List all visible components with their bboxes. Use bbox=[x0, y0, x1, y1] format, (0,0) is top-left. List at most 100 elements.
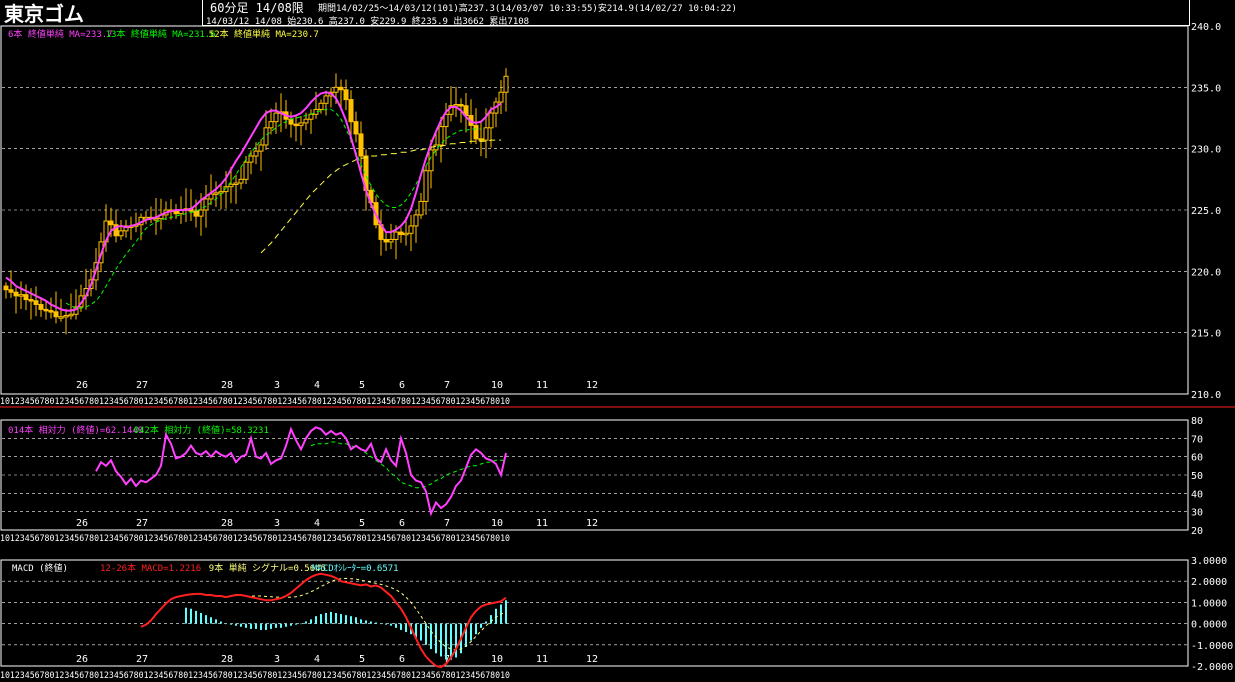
candle-body bbox=[403, 232, 409, 236]
candle-body bbox=[483, 127, 489, 141]
y-tick-label: 0.0000 bbox=[1191, 620, 1227, 631]
macd-histogram-bar bbox=[490, 615, 492, 624]
macd-histogram-bar bbox=[400, 623, 402, 630]
macd-histogram-bar bbox=[305, 621, 307, 624]
candle-body bbox=[418, 200, 424, 216]
macd-legend-entry: MACDｵｼﾚｰﾀｰ=0.6571 bbox=[312, 563, 399, 574]
macd-histogram-bar bbox=[295, 623, 297, 625]
x-day-label: 12 bbox=[586, 654, 598, 665]
macd-histogram-bar bbox=[200, 613, 202, 624]
x-day-label: 28 bbox=[221, 654, 233, 665]
x-day-label: 12 bbox=[586, 518, 598, 529]
macd-histogram-bar bbox=[230, 623, 232, 625]
candle-body bbox=[108, 220, 114, 226]
y-tick-label: -1.0000 bbox=[1191, 641, 1233, 652]
macd-histogram-bar bbox=[220, 621, 222, 624]
candle-body bbox=[288, 118, 294, 125]
candle-body bbox=[263, 127, 269, 146]
candle-body bbox=[268, 121, 274, 129]
candle-body bbox=[8, 289, 14, 293]
y-tick-label: 3.0000 bbox=[1191, 556, 1227, 567]
x-day-label: 11 bbox=[536, 654, 548, 665]
candle-body bbox=[453, 104, 459, 107]
candle-body bbox=[458, 104, 464, 107]
macd-histogram-bar bbox=[395, 623, 397, 628]
y-tick-label: 210.0 bbox=[1191, 390, 1221, 401]
x-day-label: 10 bbox=[491, 380, 503, 391]
macd-histogram-bar bbox=[240, 623, 242, 627]
x-day-label: 11 bbox=[536, 380, 548, 391]
y-tick-label: -2.0000 bbox=[1191, 662, 1233, 673]
macd-histogram-bar bbox=[340, 614, 342, 624]
macd-histogram-bar bbox=[405, 623, 407, 633]
macd-histogram-bar bbox=[360, 619, 362, 624]
candle-body bbox=[18, 294, 24, 297]
x-day-label: 12 bbox=[586, 380, 598, 391]
x-day-label: 4 bbox=[314, 518, 320, 529]
candle-body bbox=[173, 210, 179, 215]
x-day-label: 10 bbox=[491, 518, 503, 529]
x-day-label: 27 bbox=[136, 518, 148, 529]
x-day-label: 6 bbox=[399, 380, 405, 391]
macd-histogram-bar bbox=[420, 623, 422, 641]
macd-histogram-bar bbox=[265, 623, 267, 630]
y-tick-label: 235.0 bbox=[1191, 83, 1221, 94]
macd-legend-title: MACD (終値) bbox=[12, 562, 68, 574]
macd-histogram-bar bbox=[380, 623, 382, 625]
macd-histogram-bar bbox=[315, 616, 317, 624]
candle-body bbox=[243, 161, 249, 180]
macd-histogram-bar bbox=[485, 621, 487, 624]
panel-frame-1 bbox=[0, 419, 1189, 531]
candle-body bbox=[258, 144, 264, 152]
macd-histogram-bar bbox=[325, 613, 327, 624]
macd-histogram-bar bbox=[185, 607, 187, 624]
candle-body bbox=[198, 209, 204, 217]
x-day-label: 7 bbox=[444, 518, 450, 529]
macd-histogram-bar bbox=[330, 611, 332, 624]
macd-histogram-bar bbox=[275, 623, 277, 628]
candle-body bbox=[253, 150, 259, 157]
candle-body bbox=[383, 238, 389, 243]
x-day-label: 5 bbox=[359, 380, 365, 391]
candle-body bbox=[248, 155, 254, 163]
macd-histogram-bar bbox=[385, 623, 387, 625]
candle-body bbox=[298, 122, 304, 126]
x-day-label: 28 bbox=[221, 518, 233, 529]
macd-histogram-bar bbox=[440, 623, 442, 657]
x-day-label: 7 bbox=[444, 380, 450, 391]
y-tick-label: 2.0000 bbox=[1191, 577, 1227, 588]
y-tick-label: 50 bbox=[1191, 471, 1203, 482]
candle-body bbox=[43, 308, 49, 312]
candle-body bbox=[503, 75, 509, 93]
macd-histogram-bar bbox=[225, 623, 227, 625]
y-tick-label: 40 bbox=[1191, 489, 1203, 500]
macd-histogram-bar bbox=[285, 623, 287, 627]
y-tick-label: 60 bbox=[1191, 453, 1203, 464]
candle-body bbox=[238, 178, 244, 184]
y-tick-label: 80 bbox=[1191, 416, 1203, 427]
x-day-label: 27 bbox=[136, 654, 148, 665]
rsi-legend-entry: 042本 相対力 (終値)=58.3231 bbox=[134, 424, 269, 436]
candle-body bbox=[428, 149, 434, 172]
x-day-label: 5 bbox=[359, 518, 365, 529]
x-day-label: 6 bbox=[399, 518, 405, 529]
x-day-label: 11 bbox=[536, 518, 548, 529]
macd-histogram-bar bbox=[390, 623, 392, 626]
macd-histogram-bar bbox=[205, 615, 207, 624]
macd-histogram-bar bbox=[435, 623, 437, 654]
candle-body bbox=[233, 182, 239, 186]
y-tick-label: 215.0 bbox=[1191, 329, 1221, 340]
macd-histogram-bar bbox=[345, 615, 347, 624]
candle-body bbox=[303, 118, 309, 124]
macd-histogram-bar bbox=[355, 617, 357, 624]
candle-body bbox=[473, 124, 479, 140]
candle-body bbox=[48, 310, 54, 313]
candle-body bbox=[3, 285, 9, 291]
macd-histogram-bar bbox=[215, 619, 217, 624]
price-legend-entry: 6本 終値単純 MA=233.7 bbox=[8, 28, 113, 40]
chart-canvas: 240.0 235.0 230.0 225.0 220.0 215.0 210.0 80 70 6… bbox=[0, 22, 1235, 681]
macd-histogram-bar bbox=[470, 623, 472, 641]
x-day-label: 26 bbox=[76, 518, 88, 529]
macd-legend-entry: 9本 単純 シグナル=0.5645 bbox=[209, 562, 326, 574]
candle-body bbox=[13, 291, 19, 297]
